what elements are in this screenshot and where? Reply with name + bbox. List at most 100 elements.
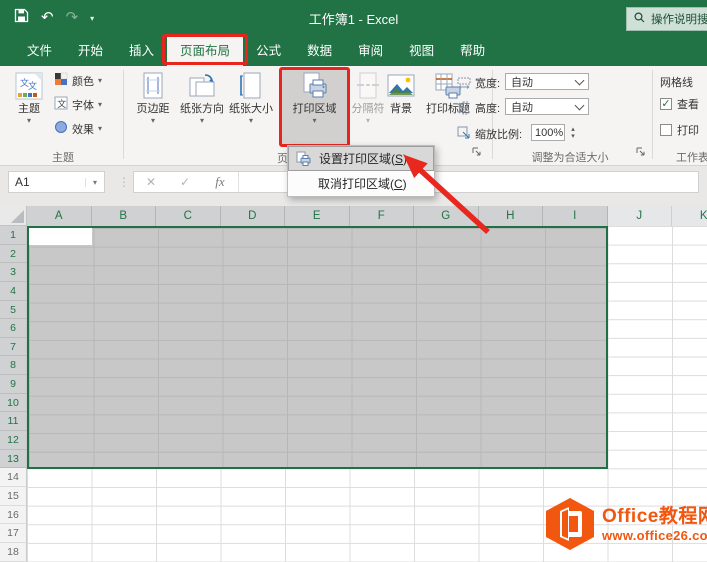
ribbon-tab[interactable]: 文件 [14, 36, 65, 66]
column-header[interactable]: H [479, 206, 544, 226]
cancel-icon[interactable]: ✕ [134, 175, 168, 189]
row-header[interactable]: 6 [0, 319, 27, 338]
window-title: 工作簿1 - Excel [0, 9, 707, 28]
row-header[interactable]: 5 [0, 301, 27, 320]
row-header[interactable]: 14 [0, 468, 27, 487]
column-header[interactable]: D [221, 206, 286, 226]
insert-function-icon[interactable]: fx [202, 174, 238, 190]
tell-me-search[interactable]: 操作说明搜索 [626, 7, 707, 31]
gridlines-print-option[interactable]: 打印 [660, 122, 699, 138]
row-header[interactable]: 2 [0, 245, 27, 264]
width-icon [457, 76, 471, 94]
theme-colors-caret-icon: ▾ [98, 76, 102, 85]
row-header[interactable]: 8 [0, 356, 27, 375]
width-select[interactable]: 自动 [505, 73, 589, 90]
background-button[interactable]: 背景 [384, 69, 418, 145]
row-header[interactable]: 10 [0, 394, 27, 413]
margins-caret-icon: ▾ [151, 116, 155, 126]
divider [238, 172, 239, 192]
name-box-caret-icon[interactable]: ▾ [85, 178, 104, 187]
row-header[interactable]: 15 [0, 487, 27, 506]
orientation-caret-icon: ▾ [200, 116, 204, 126]
column-header[interactable]: I [543, 206, 608, 226]
row-header[interactable]: 9 [0, 375, 27, 394]
select-all-corner[interactable] [0, 206, 27, 226]
selected-range[interactable] [27, 226, 608, 469]
height-icon [457, 101, 469, 120]
size-button[interactable]: 纸张大小 ▾ [227, 69, 275, 145]
page-setup-dialog-launcher-icon[interactable] [471, 146, 482, 157]
checkbox-checked-icon[interactable]: ✓ [660, 98, 672, 110]
breaks-icon [356, 69, 380, 103]
row-header[interactable]: 13 [0, 450, 27, 469]
margins-button[interactable]: 页边距 ▾ [130, 69, 176, 145]
column-header[interactable]: E [285, 206, 350, 226]
row-header[interactable]: 3 [0, 263, 27, 282]
breaks-caret-icon: ▾ [366, 116, 370, 126]
menu-item-clear-print-area[interactable]: 取消打印区域(C) [288, 171, 434, 196]
height-select[interactable]: 自动 [505, 98, 589, 115]
row-header[interactable]: 17 [0, 524, 27, 543]
formula-bar-divider-icon: ⋮ [118, 175, 130, 189]
orientation-button[interactable]: 纸张方向 ▾ [177, 69, 227, 145]
theme-colors-label: 颜色 [72, 73, 94, 89]
column-header[interactable]: A [27, 206, 92, 226]
theme-effects-caret-icon: ▾ [98, 124, 102, 133]
ribbon-tab[interactable]: 视图 [396, 36, 447, 66]
width-value: 自动 [511, 74, 533, 90]
themes-button[interactable]: 文文 主题 ▾ [8, 69, 50, 145]
ribbon-tab[interactable]: 数据 [294, 36, 345, 66]
breaks-label: 分隔符 [352, 103, 385, 116]
column-header[interactable]: J [608, 206, 673, 226]
name-box[interactable]: A1 ▾ [8, 171, 105, 193]
search-placeholder: 操作说明搜索 [651, 11, 707, 27]
column-header[interactable]: G [414, 206, 479, 226]
ribbon-tab-row: 文件开始插入页面布局公式数据审阅视图帮助 [0, 36, 707, 66]
theme-effects-button[interactable]: 效果 ▾ [54, 120, 102, 137]
scale-dialog-launcher-icon[interactable] [635, 146, 646, 157]
ribbon-tab[interactable]: 开始 [65, 36, 116, 66]
scale-input[interactable]: 100% [531, 124, 565, 141]
breaks-button: 分隔符 ▾ [348, 69, 388, 145]
ribbon-tab[interactable]: 插入 [116, 36, 167, 66]
ribbon-tab[interactable]: 审阅 [345, 36, 396, 66]
checkbox-unchecked-icon[interactable] [660, 124, 672, 136]
theme-colors-icon [54, 72, 68, 89]
enter-icon[interactable]: ✓ [168, 175, 202, 189]
watermark-logo: Office教程网 www.office26.com [543, 498, 707, 550]
theme-colors-button[interactable]: 颜色 ▾ [54, 72, 102, 89]
themes-label: 主题 [18, 103, 40, 116]
ribbon-tab[interactable]: 页面布局 [167, 36, 243, 66]
row-header[interactable]: 1 [0, 226, 27, 245]
select-all-triangle-icon [11, 210, 24, 223]
ribbon-tab[interactable]: 帮助 [447, 36, 498, 66]
column-header[interactable]: C [156, 206, 221, 226]
scale-spinner[interactable]: ▴ ▾ [567, 124, 579, 141]
print-area-label: 打印区域 [293, 103, 337, 116]
row-header[interactable]: 18 [0, 543, 27, 562]
search-icon [634, 12, 645, 26]
scale-value: 100% [535, 127, 563, 139]
row-header[interactable]: 4 [0, 282, 27, 301]
row-header[interactable]: 7 [0, 338, 27, 357]
theme-fonts-button[interactable]: 文 字体 ▾ [54, 96, 102, 113]
print-area-button[interactable]: 打印区域 ▾ [282, 69, 347, 145]
row-header[interactable]: 11 [0, 412, 27, 431]
gridlines-view-option[interactable]: ✓ 查看 [660, 96, 699, 112]
column-header[interactable]: F [350, 206, 415, 226]
theme-effects-label: 效果 [72, 121, 94, 137]
spin-up-icon[interactable]: ▴ [571, 126, 575, 133]
active-cell-a1[interactable] [29, 228, 92, 245]
spin-down-icon[interactable]: ▾ [571, 133, 575, 140]
themes-icon: 文文 [14, 69, 44, 103]
menu-item-set-print-area[interactable]: 设置打印区域(S) [288, 146, 434, 171]
width-label: 宽度: [475, 75, 500, 91]
height-value: 自动 [511, 99, 533, 115]
svg-text:文: 文 [57, 98, 66, 109]
column-header[interactable]: K [672, 206, 707, 226]
ribbon-tab[interactable]: 公式 [243, 36, 294, 66]
row-header[interactable]: 16 [0, 506, 27, 525]
column-header[interactable]: B [92, 206, 157, 226]
row-header[interactable]: 12 [0, 431, 27, 450]
watermark-url: www.office26.com [602, 529, 707, 542]
